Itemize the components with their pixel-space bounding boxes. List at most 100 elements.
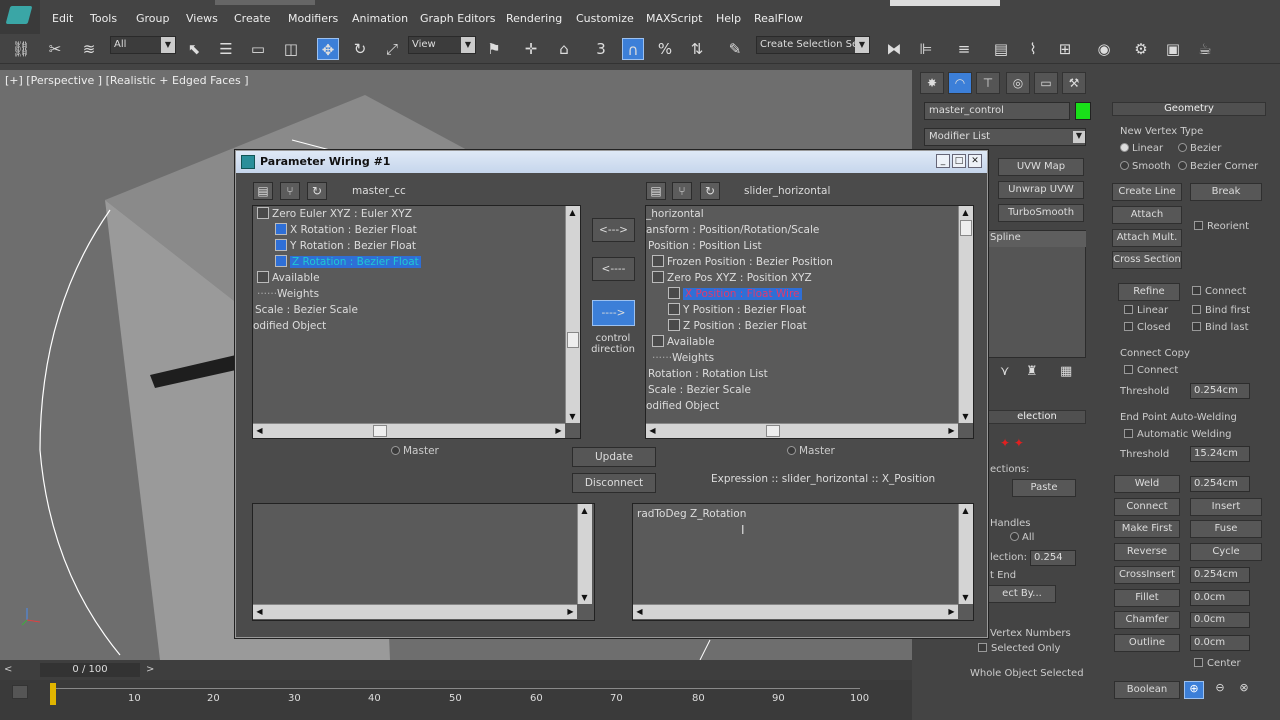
vertex-sub-object-icon[interactable]: ✦ ✦ xyxy=(1000,436,1024,450)
menu-tools[interactable]: Tools xyxy=(90,12,117,25)
automatic-welding-checkbox[interactable]: Automatic Welding xyxy=(1124,429,1232,440)
motion-tab-icon[interactable]: ◎ xyxy=(1006,72,1030,94)
tree-item[interactable]: Scale : Bezier Scale xyxy=(255,302,358,318)
chevron-left-icon[interactable]: < xyxy=(4,664,12,675)
boolean-union-icon[interactable]: ⊕ xyxy=(1184,681,1204,699)
connect-checkbox[interactable]: Connect xyxy=(1192,286,1246,297)
reverse-button[interactable]: Reverse xyxy=(1114,543,1180,561)
tree-item[interactable]: Zero Pos XYZ : Position XYZ xyxy=(652,270,812,286)
select-object-icon[interactable]: ⬉ xyxy=(183,38,205,60)
scale-icon[interactable]: ⤢ xyxy=(381,38,403,60)
right-master-radio[interactable]: Master xyxy=(787,445,835,457)
scroll-up-icon[interactable]: ▲ xyxy=(566,206,579,219)
named-selection-dropdown[interactable]: Create Selection Se ▼ xyxy=(756,36,870,54)
menu-group[interactable]: Group xyxy=(136,12,170,25)
scroll-up-icon[interactable]: ▲ xyxy=(578,504,591,517)
paste-button[interactable]: Paste xyxy=(1012,479,1076,497)
scroll-down-icon[interactable]: ▼ xyxy=(578,591,591,604)
utilities-tab-icon[interactable]: ⚒ xyxy=(1062,72,1086,94)
modify-tab-icon[interactable]: ◠ xyxy=(948,72,972,94)
right-find-icon[interactable]: ▤ xyxy=(646,182,666,200)
crossinsert-field[interactable]: 0.254cm xyxy=(1190,567,1250,583)
modifier-stack[interactable] xyxy=(988,230,1086,358)
maximize-icon[interactable]: □ xyxy=(952,154,966,168)
percent-snap-icon[interactable]: % xyxy=(654,38,676,60)
left-connection-button[interactable]: <---- xyxy=(592,257,635,281)
pin-stack-icon[interactable]: ⋎ xyxy=(1000,364,1010,379)
object-color-swatch[interactable] xyxy=(1075,102,1091,120)
tree-item[interactable]: Z Position : Bezier Float xyxy=(668,318,807,334)
create-tab-icon[interactable]: ✸ xyxy=(920,72,944,94)
linear-radio[interactable]: Linear xyxy=(1120,143,1163,154)
select-by-name-icon[interactable]: ☰ xyxy=(215,38,237,60)
collapse-icon[interactable] xyxy=(257,207,269,219)
menu-maxscript[interactable]: MAXScript xyxy=(646,12,702,25)
bind-first-checkbox[interactable]: Bind first xyxy=(1192,305,1250,316)
move-icon[interactable]: ✥ xyxy=(317,38,339,60)
outline-button[interactable]: Outline xyxy=(1114,634,1180,652)
mirror-icon[interactable]: ⧓ xyxy=(883,38,905,60)
tracks-toggle-icon[interactable] xyxy=(12,685,28,699)
refine-button[interactable]: Refine xyxy=(1118,283,1180,301)
edit-named-selection-icon[interactable]: ✎ xyxy=(724,38,746,60)
window-crossing-icon[interactable]: ◫ xyxy=(280,38,302,60)
scroll-up-icon[interactable]: ▲ xyxy=(959,206,972,219)
scroll-right-icon[interactable]: ▶ xyxy=(552,424,565,437)
selected-only-checkbox[interactable]: Selected Only xyxy=(978,643,1060,654)
attach-button[interactable]: Attach xyxy=(1112,206,1182,224)
menu-edit[interactable]: Edit xyxy=(52,12,73,25)
scroll-left-icon[interactable]: ◀ xyxy=(253,605,266,618)
menu-customize[interactable]: Customize xyxy=(576,12,634,25)
crossinsert-button[interactable]: CrossInsert xyxy=(1114,566,1180,584)
select-by-button[interactable]: ect By... xyxy=(988,585,1056,603)
left-tree-icon[interactable]: ⑂ xyxy=(280,182,300,200)
break-button[interactable]: Break xyxy=(1190,183,1262,201)
left-tree-vscroll[interactable]: ▲ ▼ xyxy=(565,206,580,423)
spinner-snap-icon[interactable]: ⇅ xyxy=(686,38,708,60)
scroll-down-icon[interactable]: ▼ xyxy=(959,591,972,604)
selection-filter-dropdown[interactable]: All ▼ xyxy=(110,36,176,54)
fuse-button[interactable]: Fuse xyxy=(1190,520,1262,538)
tree-item[interactable]: Position : Position List xyxy=(648,238,762,254)
update-button[interactable]: Update xyxy=(572,447,656,467)
menu-rendering[interactable]: Rendering xyxy=(506,12,562,25)
unwrap-uvw-button[interactable]: Unwrap UVW xyxy=(998,181,1084,199)
weld-threshold-field[interactable]: 15.24cm xyxy=(1190,446,1250,462)
render-production-icon[interactable]: ☕ xyxy=(1194,38,1216,60)
left-tree-hscroll[interactable]: ◀ ▶ xyxy=(253,423,565,438)
tree-item[interactable]: X Rotation : Bezier Float xyxy=(275,222,417,238)
scroll-thumb[interactable] xyxy=(960,220,972,236)
left-expression-hscroll[interactable]: ◀ ▶ xyxy=(253,604,577,619)
scroll-left-icon[interactable]: ◀ xyxy=(633,605,646,618)
all-radio[interactable]: All xyxy=(1010,532,1034,543)
tree-item[interactable]: ansform : Position/Rotation/Scale xyxy=(646,222,819,238)
fillet-button[interactable]: Fillet xyxy=(1114,589,1180,607)
scroll-right-icon[interactable]: ▶ xyxy=(945,605,958,618)
reorient-checkbox[interactable]: Reorient xyxy=(1194,221,1249,232)
right-tree-hscroll[interactable]: ◀ ▶ xyxy=(646,423,958,438)
weld-field[interactable]: 0.254cm xyxy=(1190,476,1250,492)
left-refresh-icon[interactable]: ↻ xyxy=(307,182,327,200)
stack-item-spline[interactable]: Spline xyxy=(988,231,1086,247)
right-connection-button[interactable]: ----> xyxy=(592,300,635,326)
material-editor-icon[interactable]: ◉ xyxy=(1093,38,1115,60)
expand-icon[interactable] xyxy=(652,255,664,267)
bind-spacewarp-icon[interactable]: ≋ xyxy=(78,38,100,60)
align-icon[interactable]: ⊫ xyxy=(915,38,937,60)
uvw-map-button[interactable]: UVW Map xyxy=(998,158,1084,176)
configure-sets-icon[interactable]: ▦ xyxy=(1060,364,1072,379)
scroll-down-icon[interactable]: ▼ xyxy=(566,410,579,423)
tree-item-selected[interactable]: X Position : Float Wire xyxy=(668,286,802,302)
scroll-up-icon[interactable]: ▲ xyxy=(959,504,972,517)
menu-views[interactable]: Views xyxy=(186,12,218,25)
tree-item-selected[interactable]: Z Rotation : Bezier Float xyxy=(275,254,421,270)
scroll-thumb[interactable] xyxy=(766,425,780,437)
tree-item[interactable]: Scale : Bezier Scale xyxy=(648,382,751,398)
create-line-button[interactable]: Create Line xyxy=(1112,183,1182,201)
menu-help[interactable]: Help xyxy=(716,12,741,25)
scroll-left-icon[interactable]: ◀ xyxy=(253,424,266,437)
rect-selection-icon[interactable]: ▭ xyxy=(247,38,269,60)
right-tree-vscroll[interactable]: ▲ ▼ xyxy=(958,206,973,423)
tree-item[interactable]: Rotation : Rotation List xyxy=(648,366,768,382)
geometry-rollout-header[interactable]: Geometry xyxy=(1112,102,1266,116)
